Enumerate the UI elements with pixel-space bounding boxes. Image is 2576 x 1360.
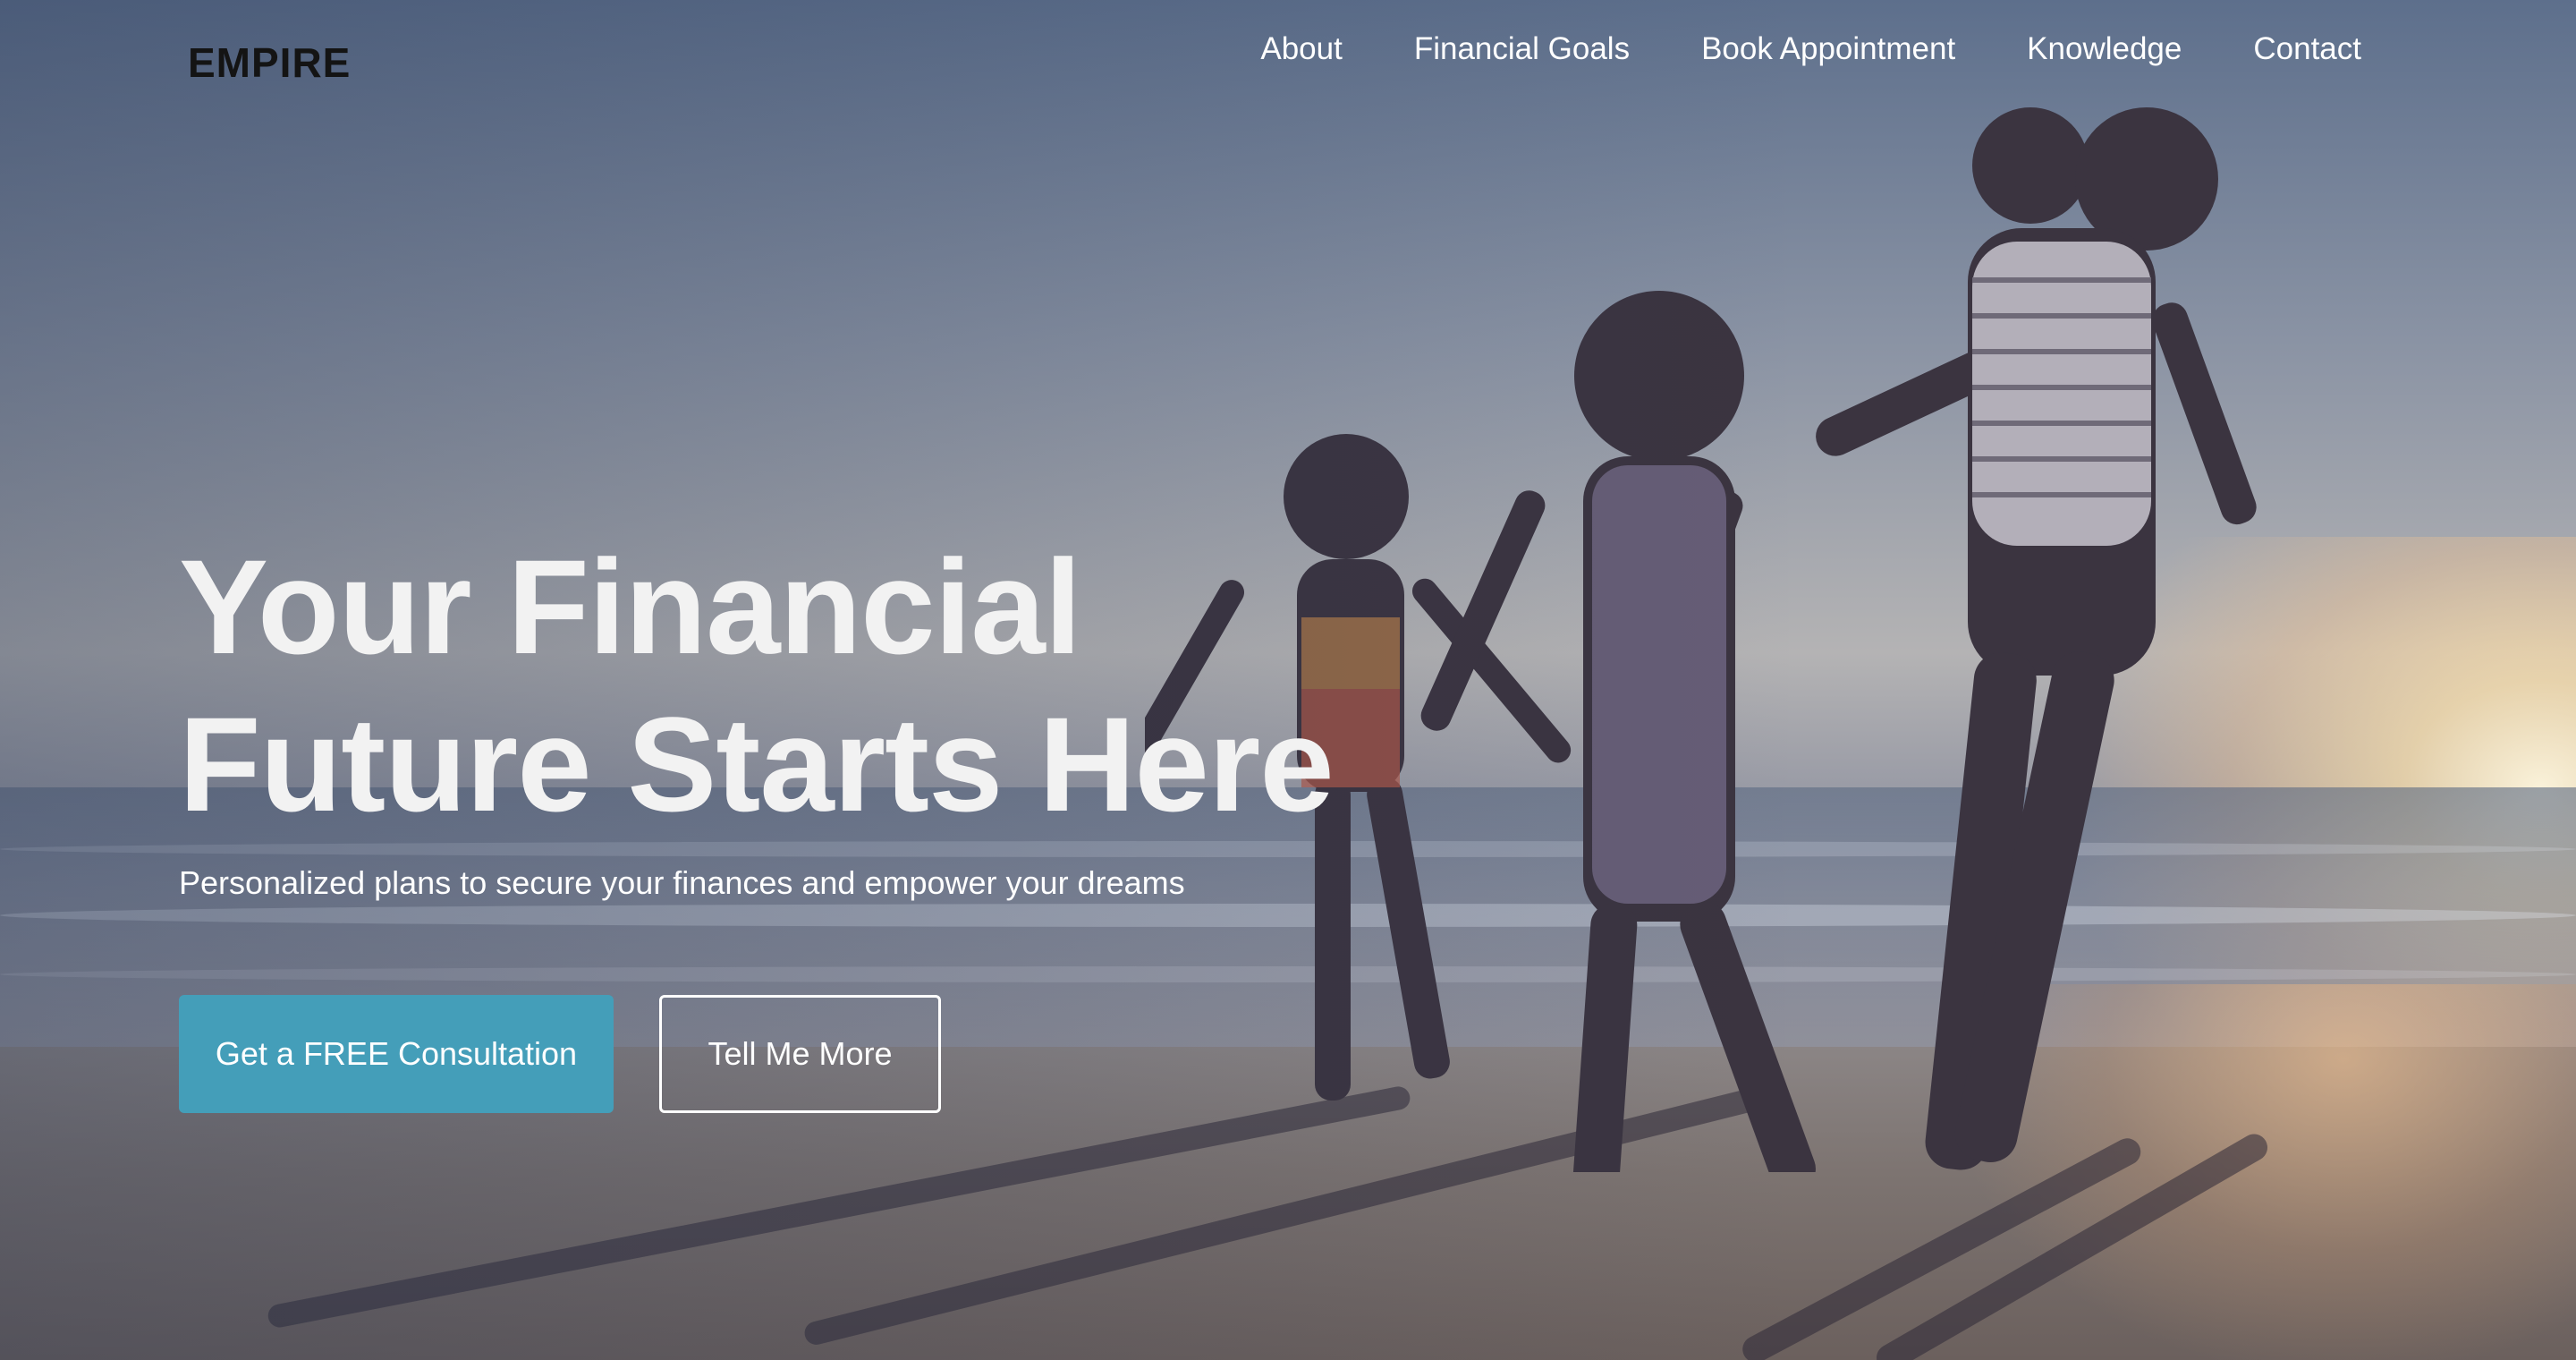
hero-headline: Your Financial Future Starts Here bbox=[179, 528, 1521, 843]
headline-line-1: Your Financial bbox=[179, 531, 1081, 682]
free-consultation-button[interactable]: Get a FREE Consultation bbox=[179, 995, 614, 1113]
headline-line-2: Future Starts Here bbox=[179, 689, 1335, 839]
hero-section: EMPIRE About Financial Goals Book Appoin… bbox=[0, 0, 2576, 1360]
nav-knowledge[interactable]: Knowledge bbox=[2027, 27, 2182, 72]
nav-about[interactable]: About bbox=[1260, 27, 1342, 72]
tell-me-more-button[interactable]: Tell Me More bbox=[659, 995, 941, 1113]
nav-contact[interactable]: Contact bbox=[2253, 27, 2361, 72]
nav-financial-goals[interactable]: Financial Goals bbox=[1414, 27, 1630, 72]
logo-text: EMPIRE bbox=[188, 39, 352, 86]
nav-book-appointment[interactable]: Book Appointment bbox=[1701, 27, 1955, 72]
main-nav: About Financial Goals Book Appointment K… bbox=[1260, 27, 2361, 72]
empire-logo[interactable]: EMPIRE bbox=[188, 38, 351, 88]
hero-subtitle: Personalized plans to secure your financ… bbox=[179, 864, 1185, 901]
